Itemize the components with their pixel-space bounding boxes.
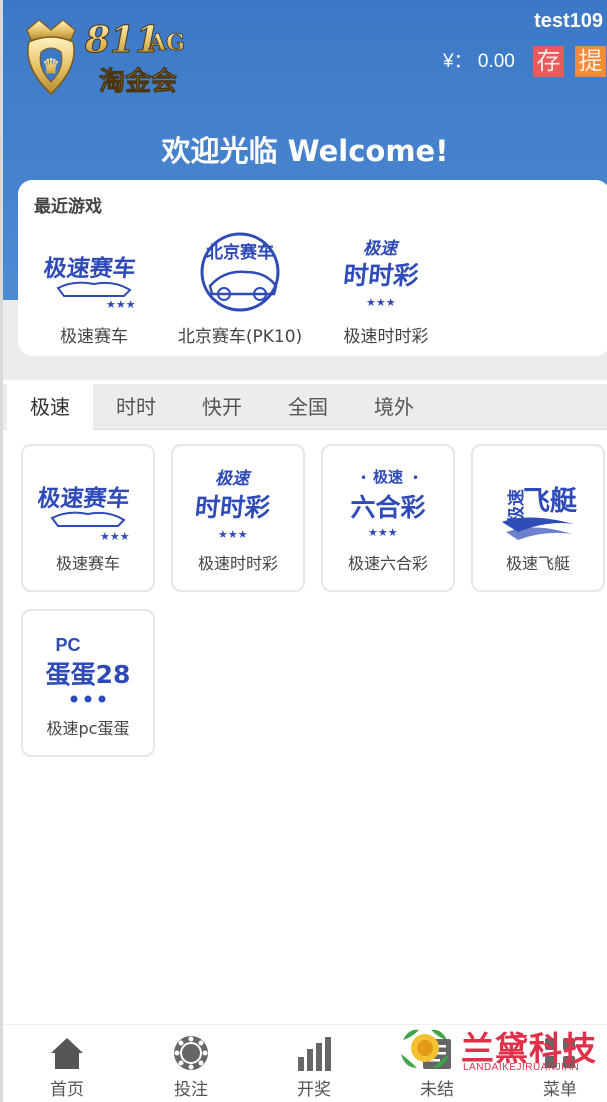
nav-label: 投注 [174, 1080, 208, 1100]
nav-bet[interactable]: 投注 [141, 1033, 241, 1100]
category-tabs: 极速 时时 快开 全国 境外 [3, 384, 607, 430]
withdraw-button[interactable]: 提 [575, 46, 606, 77]
recent-game-label: 极速赛车 [60, 327, 128, 347]
watermark-logo-icon [401, 1029, 449, 1068]
brand-name: 淘金会 [99, 66, 177, 97]
brand-logo[interactable]: ♛ 811 AG 淘金会 [19, 12, 199, 102]
speed-racing-logo: 极速赛车 ★★★ [44, 255, 137, 311]
home-icon [51, 1038, 83, 1069]
pc-eggs-logo-pc: PC [55, 635, 80, 655]
game-card-speed-boat[interactable]: 极速 飞艇 极速飞艇 [471, 444, 605, 592]
nav-label: 首页 [50, 1080, 84, 1100]
game-card-speed-six[interactable]: 极速 • • 六合彩 ★★★ 极速六合彩 [321, 444, 455, 592]
nav-label: 未结 [420, 1080, 454, 1100]
svg-text:♛: ♛ [42, 54, 60, 78]
nav-label: 菜单 [543, 1080, 577, 1100]
tab-speed[interactable]: 极速 [7, 384, 93, 430]
speed-lottery-logo: 极速 时时彩 ★★★ [194, 469, 272, 541]
speed-racing-logo: 极速赛车 ★★★ [38, 485, 131, 543]
balance: ¥： 0.00 [443, 51, 515, 72]
welcome-text: 欢迎光临 Welcome! [161, 134, 449, 168]
app-frame: ♛ 811 AG 淘金会 test109 ¥： 0.00 存 提 欢迎光临 We… [0, 0, 607, 1102]
nav-results[interactable]: 开奖 [264, 1033, 364, 1100]
speed-racing-logo-text: 极速赛车 [44, 255, 137, 282]
watermark-subtext: LANDAIKEJIRUANJIAN [463, 1062, 580, 1073]
speed-six-logo-text: 六合彩 [350, 493, 425, 522]
recent-game-label: 极速时时彩 [343, 327, 429, 347]
recent-games-card: 最近游戏 极速赛车 ★★★ 极速赛车 北京赛车 北京赛车(PK10) 极速 时时 [18, 180, 607, 356]
tab-overseas[interactable]: 境外 [351, 384, 437, 430]
svg-text:★★★: ★★★ [218, 528, 248, 541]
svg-text:★★★: ★★★ [106, 298, 136, 311]
speed-lottery-logo-speed: 极速 [363, 239, 400, 259]
nav-home[interactable]: 首页 [17, 1033, 117, 1100]
speed-boat-logo: 极速 飞艇 [502, 485, 577, 540]
recent-games-title: 最近游戏 [34, 197, 102, 217]
recent-game-speed-lottery[interactable]: 极速 时时彩 ★★★ 极速时时彩 [316, 228, 456, 347]
brand-badge: AG [148, 30, 185, 56]
watermark: 兰黛科技 LANDAIKEJIRUANJIAN [395, 1020, 607, 1076]
game-card-speed-racing[interactable]: 极速赛车 ★★★ 极速赛车 [21, 444, 155, 592]
speed-six-logo: 极速 • • 六合彩 ★★★ [350, 468, 425, 539]
svg-text:★★★: ★★★ [368, 526, 398, 539]
game-label: 极速pc蛋蛋 [46, 719, 130, 738]
game-label: 极速六合彩 [347, 554, 428, 573]
speed-boat-logo-text: 飞艇 [523, 485, 577, 517]
svg-text:★★★: ★★★ [100, 530, 130, 543]
tab-quick-draw[interactable]: 快开 [179, 384, 265, 430]
speed-lottery-logo: 极速 时时彩 ★★★ [342, 239, 420, 309]
speed-racing-logo-text: 极速赛车 [38, 485, 131, 512]
speed-six-logo-speed: 极速 [373, 468, 403, 486]
beijing-racing-logo: 北京赛车 [200, 232, 280, 312]
game-label: 极速时时彩 [197, 554, 278, 573]
username: test109 [534, 10, 603, 32]
speed-lottery-logo-speed: 极速 [215, 469, 252, 489]
tab-timely[interactable]: 时时 [93, 384, 179, 430]
recent-game-beijing-racing[interactable]: 北京赛车 北京赛车(PK10) [170, 228, 310, 347]
svg-text:★★★: ★★★ [366, 296, 396, 309]
game-card-speed-lottery[interactable]: 极速 时时彩 ★★★ 极速时时彩 [171, 444, 305, 592]
game-card-pc-eggs[interactable]: PC 蛋蛋28 极速pc蛋蛋 [21, 609, 155, 757]
speed-lottery-logo-text: 时时彩 [194, 493, 272, 522]
recent-game-speed-racing[interactable]: 极速赛车 ★★★ 极速赛车 [24, 228, 164, 347]
svg-text:•: • [412, 471, 419, 485]
svg-text:•: • [360, 471, 367, 485]
tab-national[interactable]: 全国 [265, 384, 351, 430]
bar-chart-icon [298, 1037, 331, 1071]
game-label: 极速赛车 [55, 554, 120, 573]
nav-label: 开奖 [297, 1080, 331, 1100]
game-label: 极速飞艇 [505, 554, 570, 573]
beijing-racing-logo-text: 北京赛车 [206, 242, 274, 263]
pc-eggs-logo-text: 蛋蛋28 [46, 660, 131, 689]
pc-eggs-logo: PC 蛋蛋28 [46, 635, 131, 703]
deposit-button[interactable]: 存 [533, 46, 564, 77]
speed-lottery-logo-text: 时时彩 [342, 261, 420, 290]
recent-game-label: 北京赛车(PK10) [177, 327, 303, 347]
chip-icon [174, 1036, 208, 1070]
